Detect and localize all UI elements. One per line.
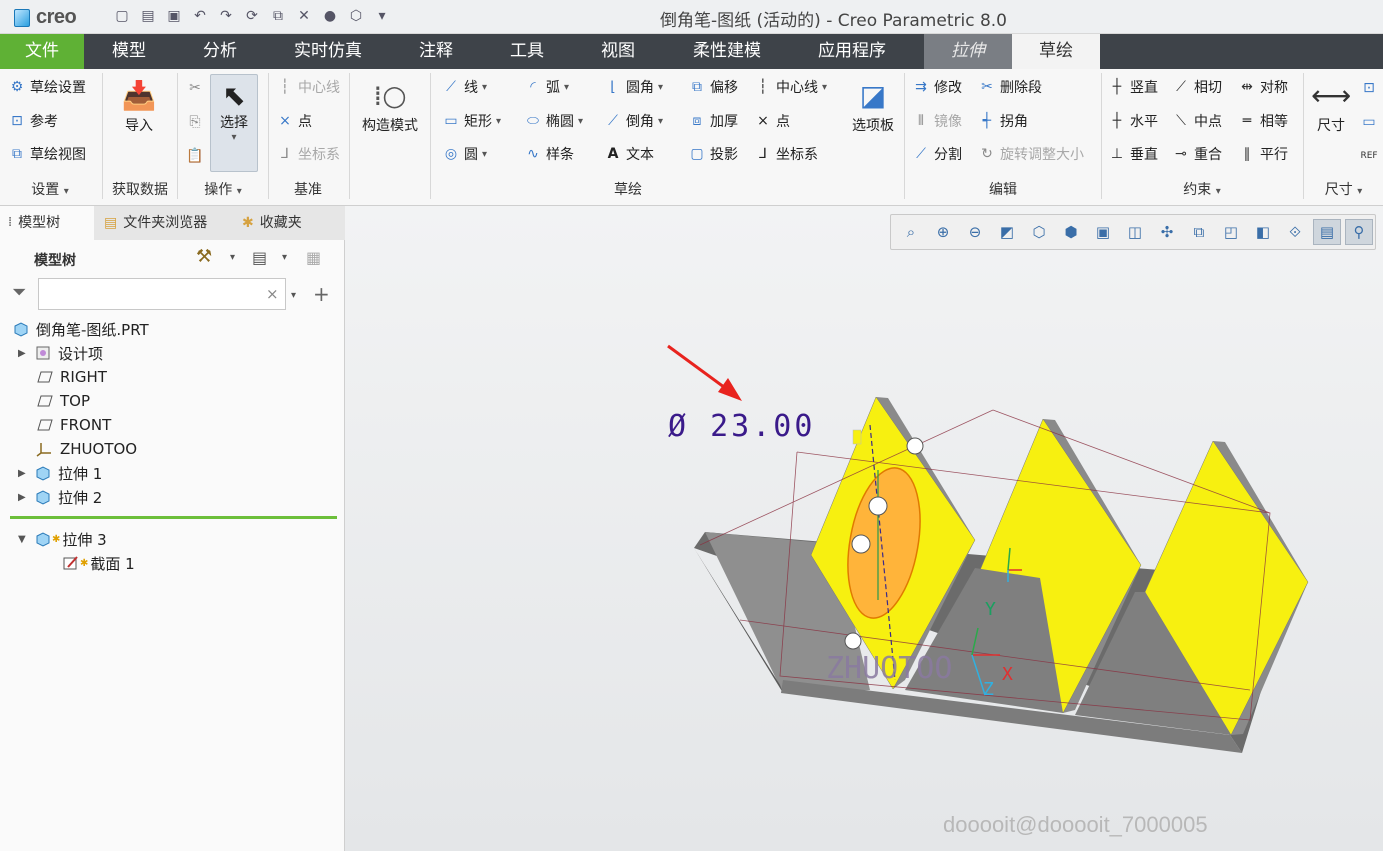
model-3d-view: Y X Z ZHUOTOO Ø 23.00 [667,344,1309,753]
diameter-dimension[interactable]: Ø 23.00 [668,409,815,444]
constraint-vertical-icon[interactable] [868,496,888,516]
axis-x-label: X [1002,664,1013,685]
csys-name-label: ZHUOTOO [826,651,952,686]
axis-y-label: Y [985,599,996,620]
constraint-tangent-icon[interactable] [906,437,924,455]
axis-z-label: Z [983,679,994,700]
annotation-arrow [667,344,742,401]
constraint-tangent-icon[interactable] [844,632,862,650]
constraint-tangent-icon[interactable] [851,534,871,554]
watermark-text: dooooit@dooooit_7000005 [943,812,1208,837]
